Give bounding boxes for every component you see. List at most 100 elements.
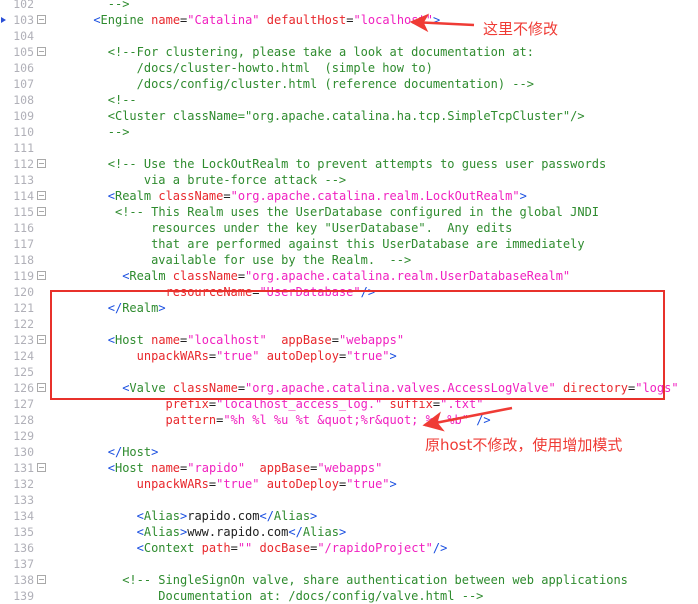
code-token-cmt: resources under the key "UserDatabase". … <box>151 221 513 235</box>
code-line[interactable]: resources under the key "UserDatabase". … <box>151 220 512 236</box>
code-token-att: pattern <box>165 413 217 427</box>
fold-toggle-icon[interactable] <box>37 271 46 280</box>
code-token-br: /> <box>476 413 491 427</box>
code-token-br: </ <box>259 509 274 523</box>
code-line[interactable]: <Realm className="org.apache.catalina.re… <box>122 268 570 284</box>
code-line[interactable]: <Cluster className="org.apache.catalina.… <box>108 108 585 124</box>
code-token-val: "true" <box>346 477 390 491</box>
code-token-tag: Alias <box>143 525 180 539</box>
code-line[interactable]: /docs/config/cluster.html (reference doc… <box>137 76 534 92</box>
code-token-cmt: --> <box>107 125 130 139</box>
code-line[interactable]: <Host name="rapido" appBase="webapps" <box>108 460 383 476</box>
line-number: 116 <box>13 221 34 235</box>
line-number: 109 <box>13 109 34 123</box>
code-token-br: < <box>136 541 144 555</box>
code-token-tag: Host <box>122 445 152 459</box>
code-token-cmt: <!-- <box>107 93 137 107</box>
code-token-cmt: /docs/cluster-howto.html (simple how to) <box>136 61 433 75</box>
code-token-cmt: <!-- This Realm uses the UserDatabase co… <box>114 205 600 219</box>
line-number: 133 <box>13 493 34 507</box>
xml-source-editor[interactable]: 102 103 104 105 106 107 108 109 110 111 112 113 114 1… <box>0 0 698 603</box>
code-token-val: "Catalina" <box>187 13 260 27</box>
code-token-cmt: <Cluster className="org.apache.catalina.… <box>107 109 585 123</box>
line-number: 119 <box>13 269 34 283</box>
code-line[interactable]: <Alias>www.rapido.com</Alias> <box>137 524 347 540</box>
line-number: 114 <box>13 189 34 203</box>
code-token-tag: Realm <box>114 189 152 203</box>
code-token-att: unpackWARs <box>136 477 209 491</box>
code-token-txt: www.rapido.com <box>187 525 289 539</box>
code-token-tag: Host <box>114 461 144 475</box>
code-line[interactable]: --> <box>108 124 130 140</box>
fold-toggle-icon[interactable] <box>37 159 46 168</box>
code-token-br: > <box>151 445 159 459</box>
code-line[interactable]: pattern="%h %l %u %t &quot;%r&quot; %s %… <box>166 412 491 428</box>
code-token-cmt: that are performed against this UserData… <box>151 237 585 251</box>
line-number: 123 <box>13 333 34 347</box>
fold-toggle-icon[interactable] <box>37 207 46 216</box>
line-number: 139 <box>13 589 34 603</box>
line-number: 127 <box>13 397 34 411</box>
line-number: 111 <box>13 141 34 155</box>
line-number: 130 <box>13 445 34 459</box>
line-number: 122 <box>13 317 34 331</box>
line-number: 132 <box>13 477 34 491</box>
fold-toggle-icon[interactable] <box>37 335 46 344</box>
code-line[interactable]: <Engine name="Catalina" defaultHost="loc… <box>93 12 440 28</box>
code-token-eq: = <box>237 269 246 283</box>
code-token-cmt: <!-- Use the LockOutRealm to prevent att… <box>107 157 607 171</box>
line-number: 115 <box>13 205 34 219</box>
line-number: 112 <box>13 157 34 171</box>
fold-toggle-icon[interactable] <box>37 463 46 472</box>
code-line[interactable]: --> <box>108 0 130 12</box>
code-line[interactable]: <!-- <box>108 92 137 108</box>
code-line[interactable]: available for use by the Realm. --> <box>151 252 411 268</box>
line-number: 106 <box>13 61 34 75</box>
line-number: 135 <box>13 525 34 539</box>
code-token-val: "org.apache.catalina.realm.UserDatabaseR… <box>245 269 571 283</box>
fold-toggle-icon[interactable] <box>37 191 46 200</box>
code-token-val: "" <box>237 541 253 555</box>
line-number: 128 <box>13 413 34 427</box>
line-number: 105 <box>13 45 34 59</box>
line-number: 125 <box>13 365 34 379</box>
code-token-att: className <box>172 269 238 283</box>
fold-toggle-icon[interactable] <box>37 47 46 56</box>
code-line[interactable]: Documentation at: /docs/config/valve.htm… <box>158 588 483 604</box>
code-token-att: defaultHost <box>266 13 347 27</box>
code-line[interactable]: via a brute-force attack --> <box>144 172 346 188</box>
code-line[interactable]: <Context path="" docBase="/rapidoProject… <box>137 540 448 556</box>
code-token-tag: Engine <box>100 13 144 27</box>
line-number: 136 <box>13 541 34 555</box>
code-line[interactable]: /docs/cluster-howto.html (simple how to) <box>137 60 433 76</box>
line-number: 137 <box>13 557 34 571</box>
code-line[interactable]: <Alias>rapido.com</Alias> <box>137 508 318 524</box>
code-line[interactable]: </Host> <box>108 444 159 460</box>
bookmark-marker-icon[interactable] <box>1 16 6 23</box>
code-token-tag: Alias <box>302 525 339 539</box>
code-token-att: appBase <box>259 461 311 475</box>
code-line[interactable]: that are performed against this UserData… <box>151 236 584 252</box>
line-number: 113 <box>13 173 34 187</box>
line-number: 107 <box>13 77 34 91</box>
code-line[interactable]: <!--For clustering, please take a look a… <box>108 44 534 60</box>
annotation-top-note: 这里不修改 <box>483 20 559 38</box>
code-line[interactable]: unpackWARs="true" autoDeploy="true"> <box>137 476 397 492</box>
code-line[interactable]: <!-- This Realm uses the UserDatabase co… <box>115 204 599 220</box>
fold-toggle-icon[interactable] <box>37 383 46 392</box>
code-line[interactable]: <Realm className="org.apache.catalina.re… <box>108 188 527 204</box>
fold-toggle-icon[interactable] <box>37 15 46 24</box>
fold-toggle-icon[interactable] <box>37 575 46 584</box>
code-line[interactable]: <!-- SingleSignOn valve, share authentic… <box>122 572 628 588</box>
code-token-cmt: Documentation at: /docs/config/valve.htm… <box>158 589 484 603</box>
code-token-br: > <box>389 477 397 491</box>
code-token-tag: Context <box>143 541 195 555</box>
editor-gutter[interactable]: 102 103 104 105 106 107 108 109 110 111 112 113 114 1… <box>0 0 50 603</box>
code-line[interactable]: <!-- Use the LockOutRealm to prevent att… <box>108 156 607 172</box>
line-number: 110 <box>13 125 34 139</box>
